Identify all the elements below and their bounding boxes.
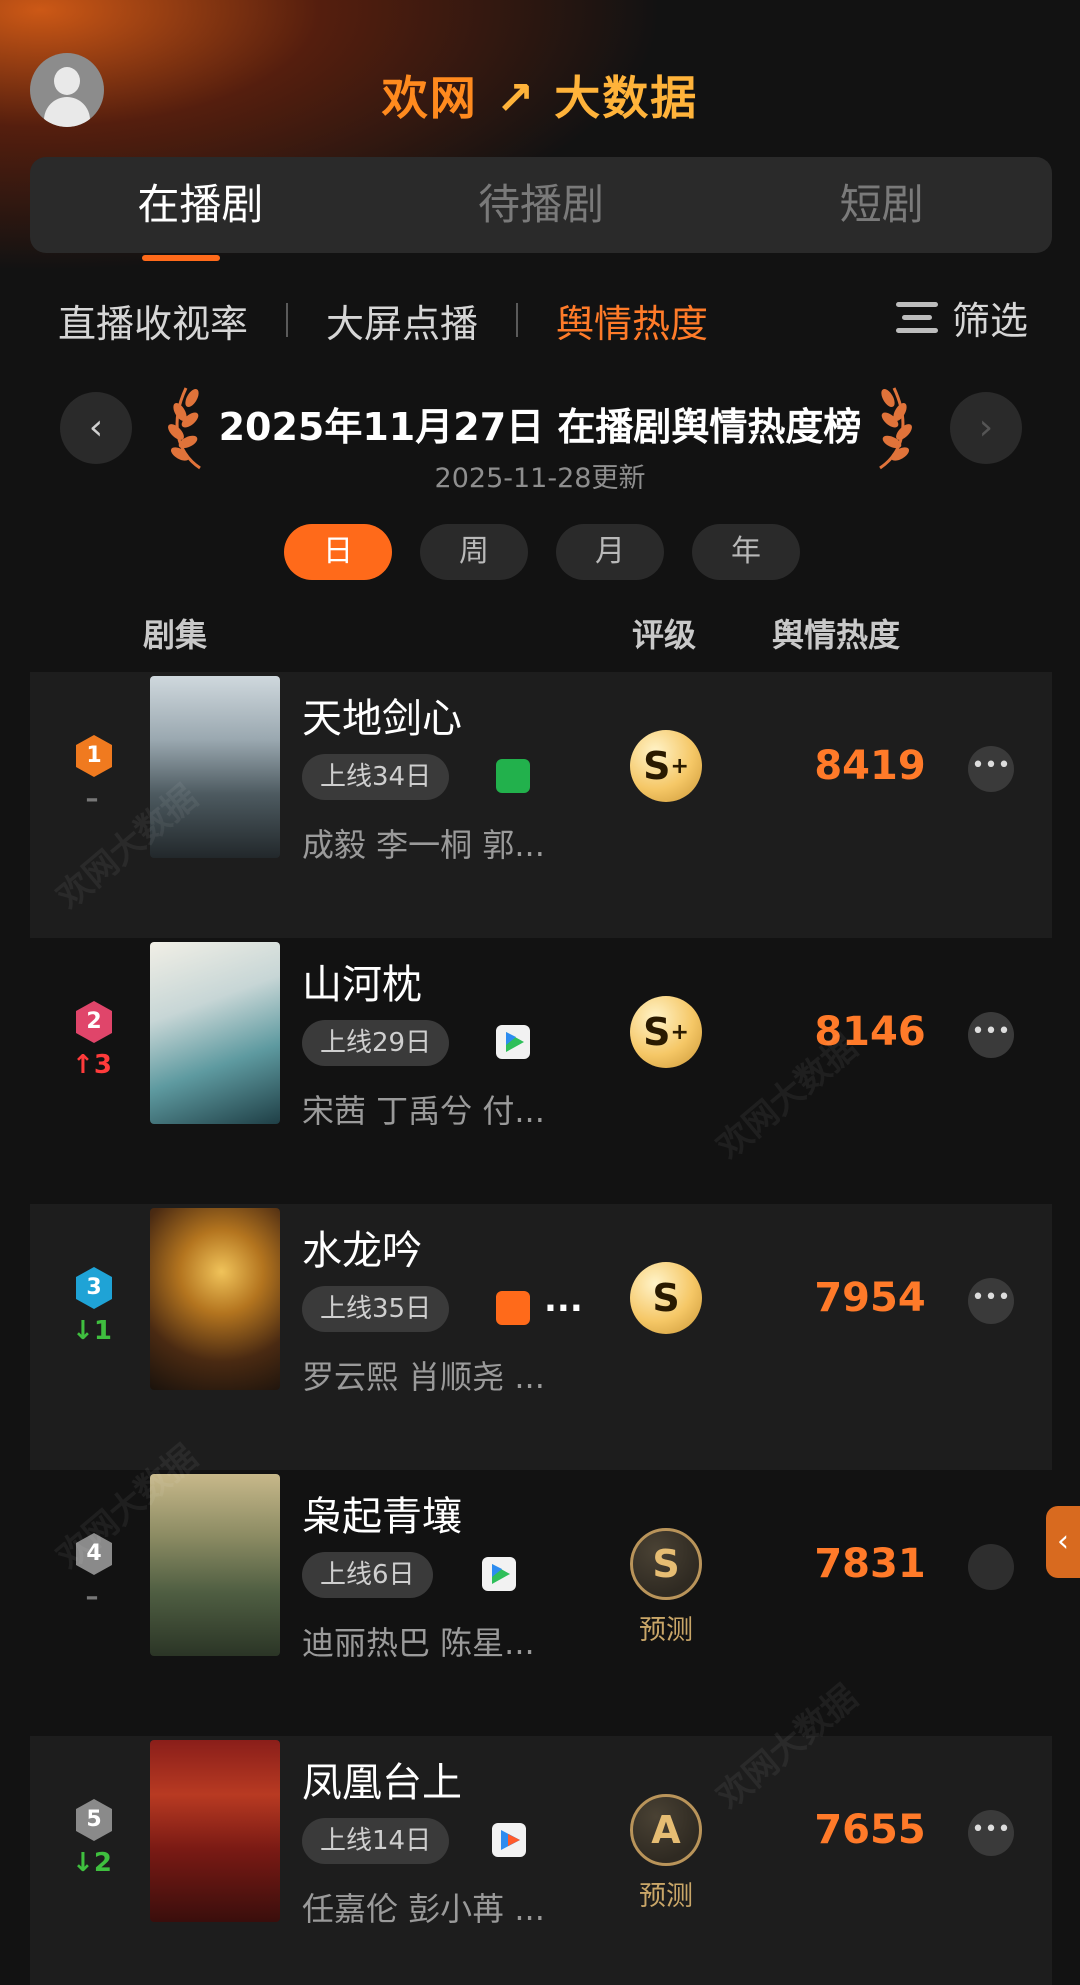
date-bar: ‹ 2025年11月27日 在播剧舆情热度榜 2025-11-28更新 › bbox=[0, 380, 1080, 500]
heat-value: 8419 bbox=[814, 743, 926, 789]
tab-upcoming[interactable]: 待播剧 bbox=[371, 157, 712, 253]
column-header-heat: 舆情热度 bbox=[772, 616, 901, 654]
rank-number: 2 bbox=[86, 1009, 102, 1034]
heat-value: 7831 bbox=[814, 1541, 926, 1587]
rank-change: ↓2 bbox=[72, 1848, 112, 1878]
cast-text: 罗云熙 肖顺尧 ... bbox=[302, 1358, 545, 1396]
table-row[interactable]: 2 ↑3 山河枕 上线29日 宋茜 丁禹兮 付... S+ 8146 ••• bbox=[30, 938, 1052, 1204]
period-month[interactable]: 月 bbox=[556, 524, 664, 580]
divider bbox=[516, 303, 519, 337]
more-options-button[interactable] bbox=[968, 1544, 1014, 1590]
drama-title[interactable]: 天地剑心 bbox=[302, 686, 462, 744]
rank-number: 5 bbox=[86, 1807, 102, 1832]
filter-button[interactable]: 筛选 bbox=[895, 290, 1028, 345]
update-date: 2025-11-28更新 bbox=[434, 463, 646, 494]
chevron-left-icon: ‹ bbox=[1057, 1524, 1069, 1559]
mgtv-icon bbox=[496, 1291, 530, 1325]
subtab-bar: 直播收视率 大屏点播 舆情热度 筛选 bbox=[58, 290, 1028, 350]
poster-image[interactable] bbox=[150, 1208, 280, 1390]
heat-value: 7954 bbox=[814, 1275, 926, 1321]
chevron-right-icon: › bbox=[978, 407, 994, 448]
poster-image[interactable] bbox=[150, 1474, 280, 1656]
column-header-grade: 评级 bbox=[632, 616, 697, 654]
rank-change: – bbox=[85, 784, 99, 814]
tab-short-drama[interactable]: 短剧 bbox=[711, 157, 1052, 253]
brand-logo: 欢网 ↗ 大数据 bbox=[381, 71, 699, 125]
more-options-button[interactable]: ••• bbox=[968, 1012, 1014, 1058]
cast-text: 成毅 李一桐 郭... bbox=[302, 826, 545, 864]
iqiyi-icon bbox=[496, 759, 530, 793]
prediction-label: 预测 bbox=[639, 1615, 693, 1646]
subtab-on-demand[interactable]: 大屏点播 bbox=[326, 293, 478, 348]
prediction-label: 预测 bbox=[639, 1881, 693, 1912]
more-options-button[interactable]: ••• bbox=[968, 746, 1014, 792]
tab-underline bbox=[142, 255, 220, 261]
rank-number: 1 bbox=[86, 743, 102, 768]
laurel-icon bbox=[879, 387, 912, 470]
grade-badge: S bbox=[630, 1528, 702, 1600]
period-year[interactable]: 年 bbox=[692, 524, 800, 580]
drama-title[interactable]: 枭起青壤 bbox=[302, 1484, 462, 1542]
ranking-list: 1 – 天地剑心 上线34日 成毅 李一桐 郭... S+ 8419 ••• 2… bbox=[30, 672, 1052, 1985]
drama-title[interactable]: 凤凰台上 bbox=[302, 1750, 462, 1808]
side-drawer-handle[interactable]: ‹ bbox=[1046, 1506, 1080, 1578]
tencent-video-icon bbox=[496, 1025, 530, 1059]
app-header: 欢网 ↗ 大数据 bbox=[0, 0, 1080, 160]
drama-title[interactable]: 山河枕 bbox=[302, 952, 422, 1010]
grade-badge: S bbox=[630, 1262, 702, 1334]
divider bbox=[286, 303, 289, 337]
days-online-badge: 上线29日 bbox=[302, 1020, 450, 1066]
drama-title[interactable]: 水龙吟 bbox=[302, 1218, 422, 1276]
grade-badge: A bbox=[630, 1794, 702, 1866]
cast-text: 宋茜 丁禹兮 付... bbox=[302, 1092, 545, 1130]
days-online-badge: 上线34日 bbox=[302, 754, 450, 800]
rank-change: ↑3 bbox=[72, 1050, 112, 1080]
youku-icon bbox=[492, 1823, 526, 1857]
table-row[interactable]: 3 ↓1 水龙吟 上线35日 ... 罗云熙 肖顺尧 ... S 7954 ••… bbox=[30, 1204, 1052, 1470]
period-week[interactable]: 周 bbox=[420, 524, 528, 580]
days-online-badge: 上线35日 bbox=[302, 1286, 450, 1332]
filter-icon bbox=[895, 300, 938, 336]
next-date-button[interactable]: › bbox=[950, 392, 1022, 464]
rank-change: – bbox=[85, 1582, 99, 1612]
days-online-badge: 上线14日 bbox=[302, 1818, 450, 1864]
more-options-button[interactable]: ••• bbox=[968, 1810, 1014, 1856]
table-row[interactable]: 4 – 枭起青壤 上线6日 迪丽热巴 陈星... S 预测 7831 bbox=[30, 1470, 1052, 1736]
poster-image[interactable] bbox=[150, 1740, 280, 1922]
more-options-button[interactable]: ••• bbox=[968, 1278, 1014, 1324]
period-day[interactable]: 日 bbox=[284, 524, 392, 580]
period-selector: 日 周 月 年 bbox=[284, 524, 800, 580]
column-header-series: 剧集 bbox=[143, 616, 208, 654]
heat-value: 7655 bbox=[814, 1807, 926, 1853]
cast-text: 任嘉伦 彭小苒 ... bbox=[302, 1890, 545, 1928]
tab-airing[interactable]: 在播剧 bbox=[30, 157, 371, 261]
grade-badge: S+ bbox=[630, 996, 702, 1068]
subtab-live-ratings[interactable]: 直播收视率 bbox=[58, 293, 248, 348]
poster-image[interactable] bbox=[150, 942, 280, 1124]
more-platforms-ellipsis: ... bbox=[544, 1280, 583, 1320]
filter-label: 筛选 bbox=[951, 299, 1028, 343]
main-tabs: 在播剧 待播剧 短剧 bbox=[30, 157, 1052, 261]
table-row[interactable]: 5 ↓2 凤凰台上 上线14日 任嘉伦 彭小苒 ... A 预测 7655 ••… bbox=[30, 1736, 1052, 1985]
rank-number: 3 bbox=[86, 1275, 102, 1300]
subtab-public-opinion[interactable]: 舆情热度 bbox=[556, 293, 708, 348]
tencent-video-icon bbox=[482, 1557, 516, 1591]
rank-change: ↓1 bbox=[72, 1316, 112, 1346]
cast-text: 迪丽热巴 陈星... bbox=[302, 1624, 535, 1662]
grade-badge: S+ bbox=[630, 730, 702, 802]
days-online-badge: 上线6日 bbox=[302, 1552, 433, 1598]
ranking-title: 2025年11月27日 在播剧舆情热度榜 bbox=[218, 405, 862, 449]
